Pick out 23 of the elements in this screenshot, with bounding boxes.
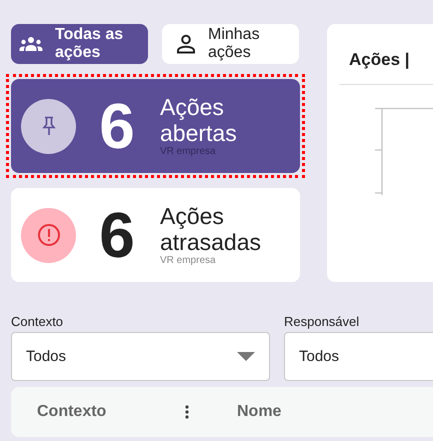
card-title: Ações abertas bbox=[160, 94, 238, 146]
filter-select[interactable]: Todos bbox=[284, 332, 433, 381]
filter-label: Responsável bbox=[284, 314, 360, 329]
view-toggle-button[interactable]: Todas as ações bbox=[11, 24, 148, 64]
card-title: Ações atrasadas bbox=[160, 203, 262, 255]
filter-label: Contexto bbox=[11, 314, 64, 329]
caret-icon bbox=[237, 352, 255, 361]
card-subtitle: VR empresa bbox=[160, 255, 217, 267]
pushpin-icon bbox=[42, 116, 56, 136]
column-header[interactable]: Nome bbox=[237, 403, 282, 421]
card-count: 6 bbox=[98, 203, 136, 267]
card-subtitle: VR empresa bbox=[160, 146, 217, 158]
chart-title: Ações | bbox=[349, 50, 410, 70]
more-icon[interactable] bbox=[185, 405, 189, 419]
summary-card[interactable]: 6 Ações atrasadas VR empresa bbox=[11, 188, 300, 282]
person-icon bbox=[176, 34, 196, 54]
column-header[interactable]: Contexto bbox=[37, 403, 185, 421]
group-icon bbox=[19, 36, 43, 52]
summary-card[interactable]: 6 Ações abertas VR empresa bbox=[11, 79, 300, 173]
card-count: 6 bbox=[98, 94, 136, 158]
filter-select[interactable]: Todos bbox=[11, 332, 270, 381]
view-toggle-button[interactable]: Minhas ações bbox=[162, 24, 299, 64]
alert-icon bbox=[36, 223, 60, 247]
